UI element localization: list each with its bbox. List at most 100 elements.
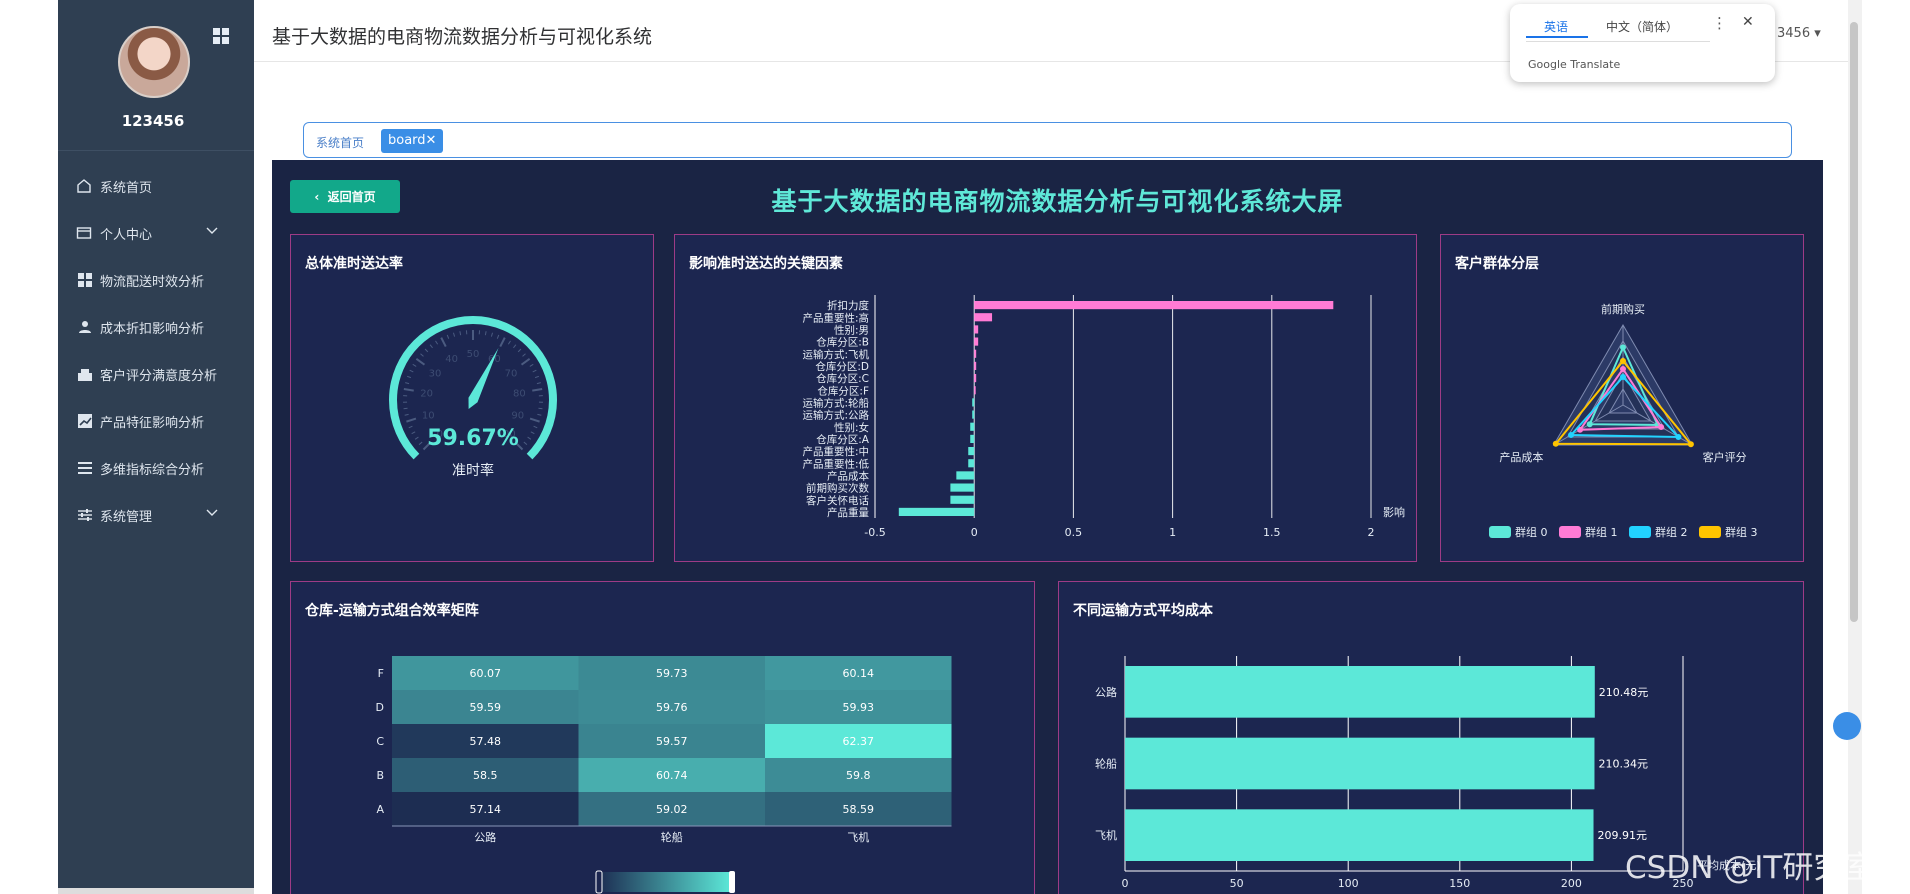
gauge-tick — [513, 344, 517, 349]
gauge-tick — [532, 388, 543, 392]
panel-title: 影响准时送达的关键因素 — [689, 256, 843, 272]
visual-map-handle — [729, 871, 735, 893]
gauge-tick — [452, 332, 456, 337]
sidebar-item-system[interactable]: 系统管理 — [58, 495, 254, 535]
bar — [972, 398, 975, 407]
gauge-tick — [409, 369, 414, 373]
radar-point — [1658, 424, 1665, 430]
bar — [968, 447, 975, 456]
sidebar-item-label: 物流配送时效分析 — [100, 274, 205, 290]
sidebar-horizontal-scrollbar[interactable] — [58, 888, 254, 894]
x-tick-label: 1 — [1169, 526, 1176, 539]
bar — [974, 325, 979, 334]
cell-value-label: 59.59 — [470, 701, 502, 714]
x-tick-label: 1.5 — [1263, 526, 1281, 539]
sidebar-item-multidim[interactable]: 多维指标综合分析 — [58, 448, 254, 488]
sidebar-item-personal-center[interactable]: 个人中心 — [58, 213, 254, 253]
page-title: 基于大数据的电商物流数据分析与可视化系统 — [272, 26, 653, 48]
radar-point — [1620, 358, 1626, 364]
caret-down-icon: ▾ — [1814, 26, 1821, 41]
x-tick-label: 200 — [1561, 877, 1582, 890]
user-dropdown[interactable]: 3456 ▾ — [1777, 26, 1821, 41]
y-tick-label: 产品重量 — [827, 506, 869, 519]
bar — [1125, 809, 1594, 861]
legend-label: 群组 1 — [1585, 525, 1618, 539]
panel-title: 总体准时送达率 — [305, 256, 403, 272]
floating-toggle-button[interactable] — [1833, 712, 1861, 740]
chart-icon — [78, 414, 92, 428]
y-tick-label: 公路 — [1095, 686, 1117, 699]
cell-value-label: 59.57 — [656, 735, 688, 748]
y-tick-label: 仓库分区:D — [815, 360, 869, 373]
bar — [970, 422, 975, 431]
sidebar-item-label: 成本折扣影响分析 — [100, 321, 205, 337]
gauge-tick — [534, 375, 540, 379]
close-icon[interactable]: ✕ — [1742, 14, 1754, 30]
cell-value-label: 60.07 — [470, 667, 502, 680]
bar — [898, 507, 975, 516]
panel-ontime-rate: 总体准时送达率 0 10 20 30 40 50 60 70 80 90 100 59.67% 准时率 — [290, 234, 654, 562]
grid-menu-icon[interactable] — [213, 28, 229, 44]
bar — [974, 386, 976, 395]
radar-point — [1620, 344, 1626, 351]
sidebar: 123456 系统首页 个人中心 物流配送时效分析 成本折扣影响分析 客户评分满… — [58, 0, 254, 894]
gauge-tick — [532, 369, 537, 373]
cell-value-label: 60.74 — [656, 769, 688, 782]
panel-title: 不同运输方式平均成本 — [1073, 603, 1213, 619]
y-tick-label: 折扣力度 — [827, 299, 869, 312]
legend-swatch — [1629, 526, 1651, 538]
bar — [1125, 737, 1595, 790]
gauge-tick — [414, 436, 419, 440]
bar — [974, 301, 1334, 310]
gauge-tick — [429, 344, 433, 349]
watermark: CSDN @IT研究室 — [1625, 850, 1876, 886]
cell-value-label: 58.59 — [843, 803, 875, 816]
sidebar-item-home[interactable]: 系统首页 — [58, 166, 254, 206]
home-icon — [77, 179, 91, 193]
scrollbar-thumb[interactable] — [1850, 22, 1858, 622]
sidebar-item-label: 多维指标综合分析 — [100, 462, 205, 478]
gauge-tick — [527, 436, 532, 440]
y-tick-label: 仓库分区:C — [816, 372, 869, 385]
gauge-value: 59.67% — [427, 426, 519, 451]
y-tick-label: 仓库分区:A — [816, 433, 870, 446]
sidebar-divider — [58, 150, 254, 151]
panel-customer-segments: 客户群体分层 前期购买 客户评分 产品成本 群组 0 群组 1 群组 2 群组 3 — [1440, 234, 1804, 562]
translate-popup: 英语 中文（简体） ⋮ ✕ Google Translate — [1510, 4, 1775, 82]
tab-board[interactable]: board✕ — [381, 129, 444, 153]
y-tick-label: 运输方式:轮船 — [802, 396, 869, 409]
gauge-tick — [499, 337, 506, 347]
radar-chart: 前期购买客户评分 产品成本群组 0 群组 1 群组 2 群组 3 — [1489, 302, 1758, 539]
sliders-icon — [78, 509, 92, 521]
gauge-tick — [403, 388, 414, 392]
bar — [956, 471, 975, 480]
x-tick-label: 飞机 — [847, 830, 869, 844]
cell-value-label: 57.14 — [470, 803, 502, 816]
more-options-icon[interactable]: ⋮ — [1712, 14, 1727, 32]
grid-icon — [78, 273, 92, 287]
bar-value-label: 210.48元 — [1599, 686, 1649, 699]
translate-lang-chinese[interactable]: 中文（简体） — [1606, 18, 1678, 35]
sidebar-item-logistics[interactable]: 物流配送时效分析 — [58, 260, 254, 300]
chevron-down-icon — [206, 509, 218, 516]
sidebar-item-cost[interactable]: 成本折扣影响分析 — [58, 307, 254, 347]
sidebar-item-label: 个人中心 — [100, 227, 153, 243]
y-tick-label: 运输方式:公路 — [802, 409, 869, 422]
radar-indicator-label: 前期购买 — [1601, 302, 1645, 316]
tab-home[interactable]: 系统首页 — [316, 134, 364, 151]
avatar[interactable] — [118, 26, 190, 98]
legend-label: 群组 2 — [1655, 525, 1688, 539]
y-tick-label: 前期购买次数 — [806, 482, 869, 495]
bar — [1125, 666, 1595, 718]
y-tick-label: 性别:女 — [834, 421, 869, 434]
sidebar-item-rating[interactable]: 客户评分满意度分析 — [58, 354, 254, 394]
y-tick-label: C — [376, 735, 384, 748]
x-tick-label: 150 — [1449, 877, 1470, 890]
gauge-tick — [420, 353, 424, 357]
y-tick-label: D — [376, 701, 384, 714]
translate-lang-english[interactable]: 英语 — [1544, 18, 1568, 35]
x-tick-label: 2 — [1368, 526, 1375, 539]
sidebar-item-product[interactable]: 产品特征影响分析 — [58, 401, 254, 441]
x-axis-name: 影响 — [1383, 506, 1405, 519]
cell-value-label: 57.48 — [470, 735, 502, 748]
